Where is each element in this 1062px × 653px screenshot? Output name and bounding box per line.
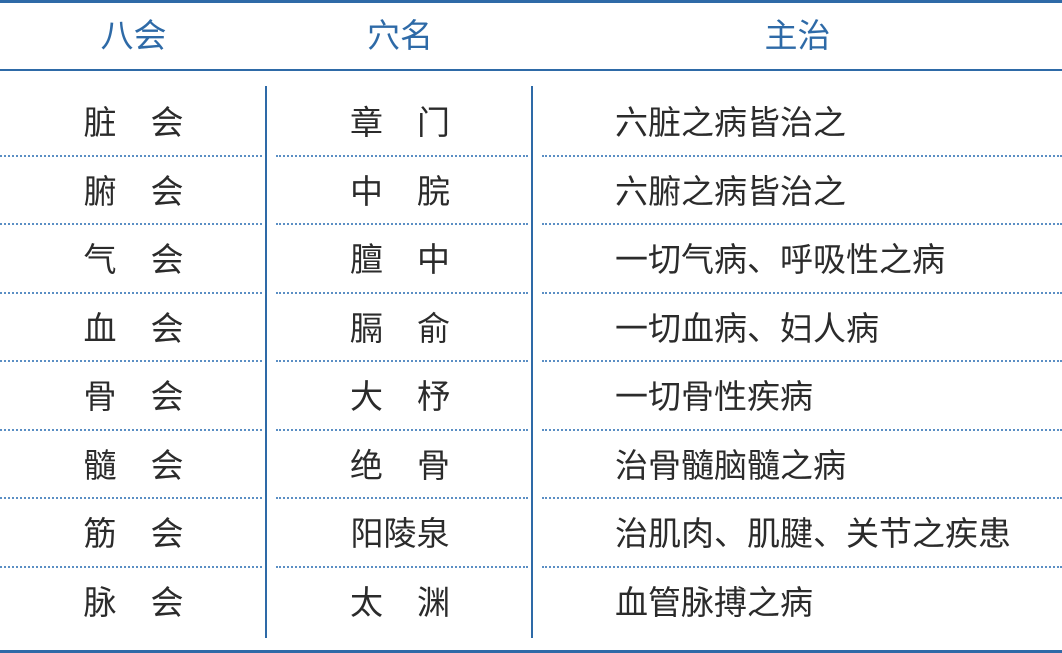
table-row: 骨会 大杼 一切骨性疾病 [0,362,1062,431]
table-header: 八会 穴名 主治 [0,3,1062,69]
cell-point: 阳陵泉 [350,514,450,553]
table-row: 筋会 阳陵泉 治肌肉、肌腱、关节之疾患 [0,499,1062,568]
table-row: 腑会 中脘 六腑之病皆治之 [0,157,1062,225]
table-row: 髓会 绝骨 治骨髓脑髓之病 [0,431,1062,499]
header-divider-2 [532,3,534,69]
header-zhu-zhi: 主治 [764,16,831,55]
cell-indication: 一切骨性疾病 [615,377,813,416]
cell-hui: 腑会 [83,171,218,211]
header-bottom-rule [0,69,1062,71]
cell-point: 大杼 [350,377,484,416]
cell-point: 太渊 [350,582,484,622]
cell-hui: 筋会 [83,514,218,553]
cell-point: 中脘 [350,171,484,211]
table-row: 气会 膻中 一切气病、呼吸性之病 [0,225,1062,294]
header-xue-ming: 穴名 [367,16,433,55]
cell-hui: 血会 [83,308,218,348]
cell-point: 章门 [350,103,484,142]
cell-indication: 治骨髓脑髓之病 [615,445,846,485]
cell-hui: 骨会 [83,377,218,416]
table-row: 脉会 太渊 血管脉搏之病 [0,568,1062,637]
cell-hui: 脏会 [83,103,218,142]
cell-point: 绝骨 [350,445,484,485]
cell-indication: 一切血病、妇人病 [615,308,879,348]
cell-hui: 髓会 [83,445,218,485]
table-row: 血会 膈俞 一切血病、妇人病 [0,294,1062,362]
table-row: 脏会 章门 六脏之病皆治之 [0,88,1062,157]
cell-point: 膻中 [350,240,484,279]
cell-indication: 六脏之病皆治之 [615,103,846,142]
cell-indication: 血管脉搏之病 [615,582,813,622]
header-divider-1 [266,3,268,69]
table-body: 脏会 章门 六脏之病皆治之 腑会 中脘 六腑之病皆治之 气会 膻中 一切气病、呼… [0,88,1062,636]
cell-point: 膈俞 [350,308,484,348]
cell-hui: 脉会 [83,582,218,622]
cell-hui: 气会 [83,240,218,279]
cell-indication: 治肌肉、肌腱、关节之疾患 [615,514,1011,553]
cell-indication: 六腑之病皆治之 [615,171,846,211]
header-ba-hui: 八会 [100,16,167,55]
cell-indication: 一切气病、呼吸性之病 [615,240,945,279]
